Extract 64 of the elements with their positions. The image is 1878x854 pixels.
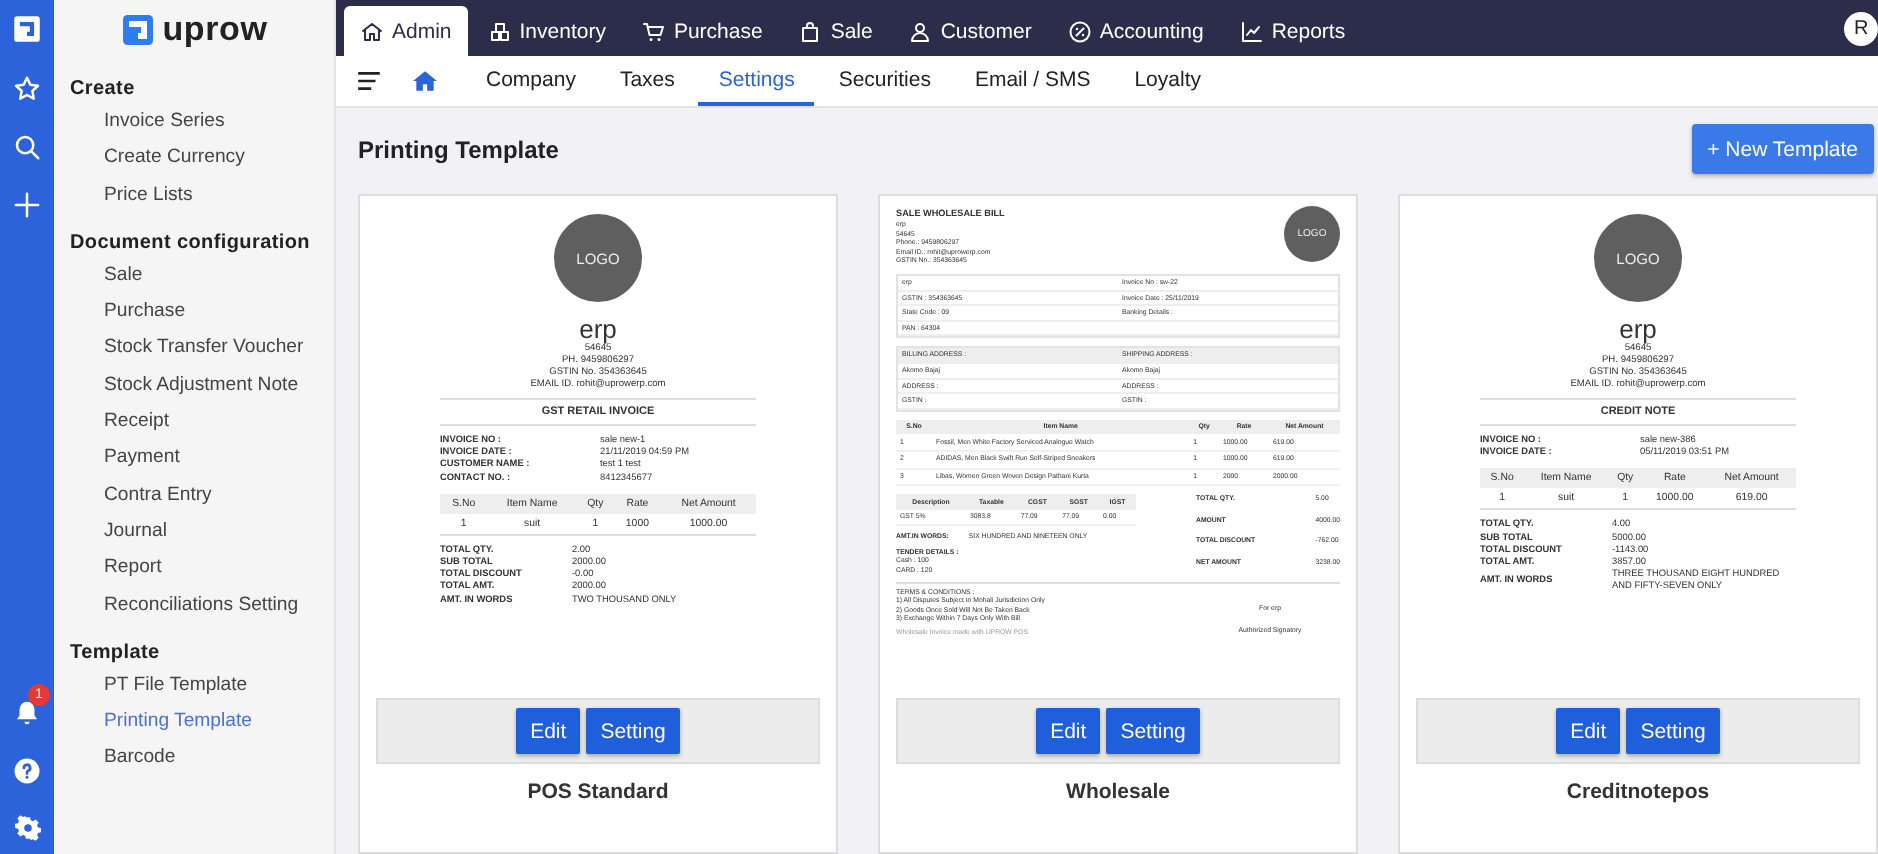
page-title: Printing Template [358, 135, 559, 163]
bell-icon[interactable] [12, 698, 42, 728]
sidebar-item[interactable]: Stock Adjustment Note [54, 367, 334, 405]
logo-text: uprow [162, 10, 268, 50]
bag-icon [798, 19, 823, 43]
sidebar-item[interactable]: Printing Template [54, 704, 334, 741]
sidebar-item[interactable]: Journal [54, 513, 334, 551]
template-name: Creditnotepos [1564, 780, 1712, 804]
section-title: Document configuration [68, 229, 312, 258]
new-template-button[interactable]: + New Template [1691, 124, 1874, 174]
section-title: Create [68, 76, 137, 104]
template-name: POS Standard [525, 780, 671, 804]
sidebar-item[interactable]: Barcode [54, 740, 334, 778]
nav-tab[interactable]: Accounting [1051, 6, 1220, 56]
settings-tab[interactable]: Securities [818, 56, 951, 106]
action-button[interactable]: Edit [516, 708, 581, 754]
logo-icon [120, 12, 157, 48]
settings-tab[interactable]: Taxes [599, 56, 695, 106]
sidebar-item[interactable]: Purchase [54, 294, 334, 331]
cart-icon [641, 19, 666, 43]
nav-tab[interactable]: Sale [782, 6, 889, 56]
section-title: Template [68, 639, 162, 668]
sidebar-item[interactable]: Create Currency [54, 140, 334, 178]
action-button[interactable]: Setting [1626, 708, 1720, 754]
search-icon[interactable] [12, 132, 42, 162]
settings-icon[interactable] [13, 814, 41, 842]
company-name: erp [1619, 314, 1657, 344]
action-button[interactable]: Edit [1036, 708, 1101, 754]
action-button[interactable]: Setting [586, 708, 680, 754]
sidebar-item[interactable]: Reconciliations Setting [54, 587, 334, 624]
nav-tab[interactable]: Customer [892, 6, 1048, 56]
home-icon[interactable] [412, 68, 438, 94]
star-icon[interactable] [12, 74, 42, 104]
person-icon [908, 19, 933, 43]
settings-tab[interactable]: Settings [698, 56, 815, 106]
sidebar-item[interactable]: Payment [54, 440, 334, 478]
nav-tab[interactable]: Admin [344, 6, 468, 56]
sidebar-item[interactable]: Invoice Series [54, 104, 334, 141]
boxes-icon [487, 19, 512, 43]
sidebar-item[interactable]: PT File Template [54, 667, 334, 705]
sidebar-item[interactable]: Price Lists [54, 177, 334, 214]
logo-icon[interactable] [10, 12, 44, 46]
sidebar-item[interactable]: Sale [54, 257, 334, 295]
help-icon[interactable] [12, 756, 42, 786]
home-icon [360, 19, 384, 43]
nav-tab[interactable]: Purchase [625, 6, 779, 56]
sidebar-item[interactable]: Contra Entry [54, 477, 334, 514]
chart-icon [1239, 19, 1264, 43]
company-name: erp [579, 314, 617, 344]
settings-tab[interactable]: Loyalty [1114, 56, 1221, 106]
action-button[interactable]: Setting [1106, 708, 1200, 754]
sidebar-item[interactable]: Stock Transfer Voucher [54, 330, 334, 368]
percent-icon [1067, 19, 1092, 43]
nav-tab[interactable]: Reports [1223, 6, 1362, 56]
avatar[interactable]: R [1844, 12, 1878, 46]
action-button[interactable]: Edit [1556, 708, 1621, 754]
template-name: Wholesale [1064, 780, 1172, 804]
settings-tab[interactable]: Email / SMS [954, 56, 1111, 106]
sidebar-item[interactable]: Report [54, 550, 334, 588]
settings-tab[interactable]: Company [466, 56, 596, 106]
nav-tab[interactable]: Inventory [471, 6, 622, 56]
sidebar-item[interactable]: Receipt [54, 404, 334, 441]
menu-icon[interactable] [354, 68, 384, 94]
plus-icon[interactable] [12, 190, 42, 220]
